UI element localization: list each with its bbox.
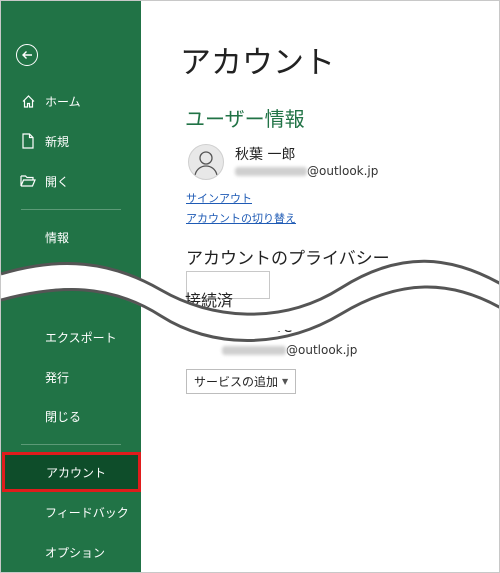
chevron-down-icon: ▼ — [282, 377, 289, 386]
sidebar-item-options[interactable]: オプション — [1, 533, 141, 571]
service-email-domain: @outlook.jp — [286, 343, 358, 357]
sidebar-item-label: 新規 — [45, 134, 70, 149]
sidebar-item-label: オプション — [45, 545, 106, 560]
sidebar-item-close[interactable]: 閉じる — [1, 397, 141, 435]
sidebar-item-export[interactable]: エクスポート — [1, 318, 141, 356]
sidebar-item-label: 閉じる — [45, 409, 82, 424]
add-service-button[interactable]: サービスの追加 ▼ — [186, 369, 297, 394]
sidebar-item-account[interactable]: アカウント — [2, 452, 141, 492]
backstage-sidebar: ホーム 新規 開く 情報 上書き保存 エクスポート 発行 閉じる アカウント フ… — [1, 1, 141, 572]
redacted-email-user — [235, 167, 307, 176]
sidebar-item-label: アカウント — [46, 465, 107, 480]
sidebar-item-label: 発行 — [45, 370, 70, 385]
sign-out-link[interactable]: サインアウト — [186, 190, 252, 206]
sidebar-item-feedback[interactable]: フィードバック — [1, 493, 141, 531]
account-panel: アカウント ユーザー情報 秋葉 一郎 @outlook.jp サインアウト アカ… — [141, 1, 499, 572]
connected-services-heading: 接続済 — [185, 291, 234, 310]
backstage-window: ホーム 新規 開く 情報 上書き保存 エクスポート 発行 閉じる アカウント フ… — [0, 0, 500, 573]
sidebar-item-info[interactable]: 情報 — [1, 218, 141, 256]
sidebar-divider — [21, 444, 121, 445]
privacy-heading: アカウントのプライバシー — [186, 249, 390, 269]
service-name-text: OneDrive — [222, 318, 293, 336]
sidebar-item-label: 開く — [45, 174, 70, 189]
switch-account-link[interactable]: アカウントの切り替え — [186, 210, 296, 226]
avatar — [188, 144, 224, 180]
home-icon — [20, 93, 36, 109]
user-info-heading: ユーザー情報 — [185, 107, 305, 131]
sidebar-item-label: ホーム — [45, 94, 81, 109]
sidebar-item-label: エクスポート — [45, 330, 117, 345]
sidebar-item-save[interactable]: 上書き保存 — [1, 257, 141, 295]
folder-open-icon — [20, 173, 36, 189]
person-icon — [194, 151, 218, 176]
sidebar-item-new[interactable]: 新規 — [1, 122, 141, 160]
add-service-label: サービスの追加 — [194, 375, 279, 389]
new-document-icon — [20, 133, 36, 149]
arrow-left-icon — [22, 51, 32, 59]
sidebar-item-label: 上書き保存 — [45, 269, 106, 284]
page-title: アカウント — [180, 45, 335, 81]
redacted-service-email-user — [222, 346, 286, 355]
user-email-domain: @outlook.jp — [307, 164, 379, 178]
sidebar-divider — [21, 209, 121, 210]
service-name: OneDrive — [222, 318, 293, 336]
user-name: 秋葉 一郎 — [235, 147, 296, 163]
onedrive-cloud-icon — [198, 321, 216, 331]
sidebar-item-publish[interactable]: 発行 — [1, 358, 141, 396]
sidebar-item-label: フィードバック — [45, 505, 129, 520]
user-email: @outlook.jp — [235, 164, 378, 178]
sidebar-item-open[interactable]: 開く — [1, 162, 141, 200]
back-button[interactable] — [16, 44, 38, 66]
sidebar-item-home[interactable]: ホーム — [1, 82, 141, 120]
sidebar-item-label: 情報 — [45, 230, 70, 245]
service-email: @outlook.jp — [222, 343, 357, 357]
